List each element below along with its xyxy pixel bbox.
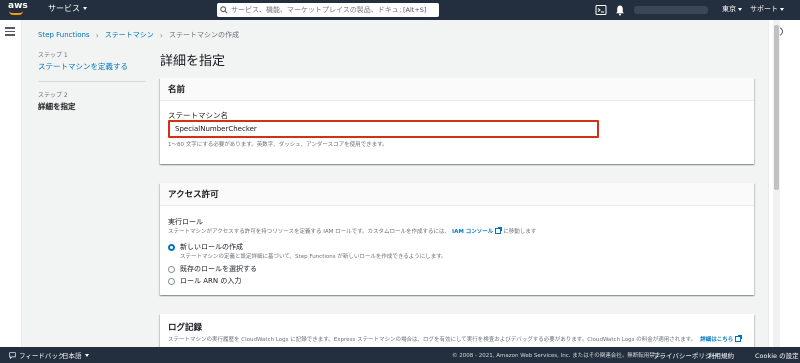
radio-button[interactable] <box>168 265 175 273</box>
services-menu-button[interactable]: サービス <box>48 3 87 14</box>
name-panel-header: 名前 <box>160 78 754 101</box>
step1-number: ステップ 1 <box>38 52 68 59</box>
radio-existing-role[interactable]: 既存のロールを選択する <box>168 264 257 274</box>
hamburger-menu-icon[interactable] <box>5 27 15 38</box>
support-menu[interactable]: サポート <box>750 4 785 14</box>
services-label: サービス <box>48 4 80 13</box>
terms-link[interactable]: 利用規約 <box>708 350 734 360</box>
chevron-right-icon: › <box>159 30 163 40</box>
step2-number: ステップ 2 <box>38 92 68 99</box>
logging-desc-text: ステートマシンの実行履歴を CloudWatch Logs に記録できます。Ex… <box>168 337 697 343</box>
logging-description: ステートマシンの実行履歴を CloudWatch Logs に記録できます。Ex… <box>168 335 743 343</box>
breadcrumb-step-functions[interactable]: Step Functions <box>38 31 90 39</box>
account-menu[interactable] <box>634 6 708 14</box>
search-box[interactable]: [Alt+S] <box>217 3 439 17</box>
region-selector[interactable]: 東京 <box>722 4 743 14</box>
region-label: 東京 <box>722 5 736 13</box>
logo-smile <box>9 11 23 15</box>
name-panel: 名前 ステートマシン名 1〜80 文字にする必要があります。英数字、ダッシュ、ア… <box>160 78 754 164</box>
breadcrumb: Step Functions › ステートマシン › ステートマシンの作成 <box>38 30 239 40</box>
role-desc-text: ステートマシンがアクセスする許可を持つリソースを定義する IAM ロールです。カ… <box>168 229 451 235</box>
step2-current: 詳細を指定 <box>38 102 76 111</box>
state-machine-name-input[interactable] <box>168 120 599 138</box>
logo-text: aws <box>8 1 28 11</box>
external-link-icon <box>735 335 743 342</box>
copyright-text: © 2008 - 2021, Amazon Web Services, Inc.… <box>452 353 666 359</box>
radio-label: 新しいロールの作成 <box>180 243 243 251</box>
page-title: 詳細を指定 <box>160 54 226 69</box>
create-role-description: ステートマシンの定義と設定詳細に基づいて、Step Functions が新しい… <box>180 254 447 260</box>
scrollbar-thumb[interactable] <box>774 25 779 190</box>
external-link-icon <box>495 227 503 234</box>
wizard-steps: ステップ 1 ステートマシンを定義する ステップ 2 詳細を指定 <box>38 50 148 112</box>
radio-button-checked[interactable] <box>168 243 175 251</box>
step1-link[interactable]: ステートマシンを定義する <box>38 61 148 72</box>
name-constraint-hint: 1〜80 文字にする必要があります。英数字、ダッシュ、アンダースコアを使用できま… <box>168 142 388 148</box>
cloudshell-icon[interactable] <box>595 4 607 16</box>
role-desc-end: に移動します <box>503 229 537 235</box>
permissions-panel: アクセス許可 実行ロール ステートマシンがアクセスする許可を持つリソースを定義す… <box>160 183 754 295</box>
execution-role-label: 実行ロール <box>168 218 203 226</box>
breadcrumb-state-machines[interactable]: ステートマシン <box>105 30 154 40</box>
execution-role-description: ステートマシンがアクセスする許可を持つリソースを定義する IAM ロールです。カ… <box>168 227 536 235</box>
support-label: サポート <box>750 5 778 13</box>
permissions-panel-header: アクセス許可 <box>160 183 754 206</box>
radio-button[interactable] <box>168 277 175 285</box>
feedback-button[interactable]: フィードバック <box>9 350 64 360</box>
chevron-down-icon <box>738 8 743 11</box>
chevron-down-icon <box>83 7 87 10</box>
language-selector[interactable]: 日本語 <box>62 350 89 360</box>
feedback-label: フィードバック <box>19 352 65 360</box>
radio-create-new-role[interactable]: 新しいロールの作成 <box>168 242 243 252</box>
radio-label: 既存のロールを選択する <box>180 265 257 273</box>
iam-console-link[interactable]: IAM コンソール <box>452 227 493 235</box>
language-label: 日本語 <box>62 352 82 360</box>
search-input[interactable] <box>231 6 401 14</box>
bell-icon[interactable] <box>614 4 626 16</box>
footer: フィードバック 日本語 © 2008 - 2021, Amazon Web Se… <box>0 347 800 363</box>
learn-more-link[interactable]: 詳細はこちら <box>700 335 733 343</box>
aws-logo[interactable]: aws <box>8 1 32 18</box>
chevron-down-icon <box>84 353 89 357</box>
top-navigation: aws サービス [Alt+S] 東京 サポート <box>0 0 800 20</box>
step-divider <box>38 81 146 82</box>
search-shortcut: [Alt+S] <box>403 6 427 14</box>
radio-label: ロール ARN の入力 <box>180 277 242 285</box>
logging-panel-header: ログ記録 <box>168 323 203 333</box>
breadcrumb-current: ステートマシンの作成 <box>169 31 239 39</box>
feedback-icon <box>9 351 16 359</box>
search-icon <box>220 6 228 14</box>
radio-role-arn[interactable]: ロール ARN の入力 <box>168 276 241 286</box>
chevron-down-icon <box>780 8 785 11</box>
chevron-right-icon: › <box>95 30 99 40</box>
side-navigation-strip <box>0 20 22 347</box>
cookie-settings-link[interactable]: Cookie の設定 <box>755 350 799 360</box>
